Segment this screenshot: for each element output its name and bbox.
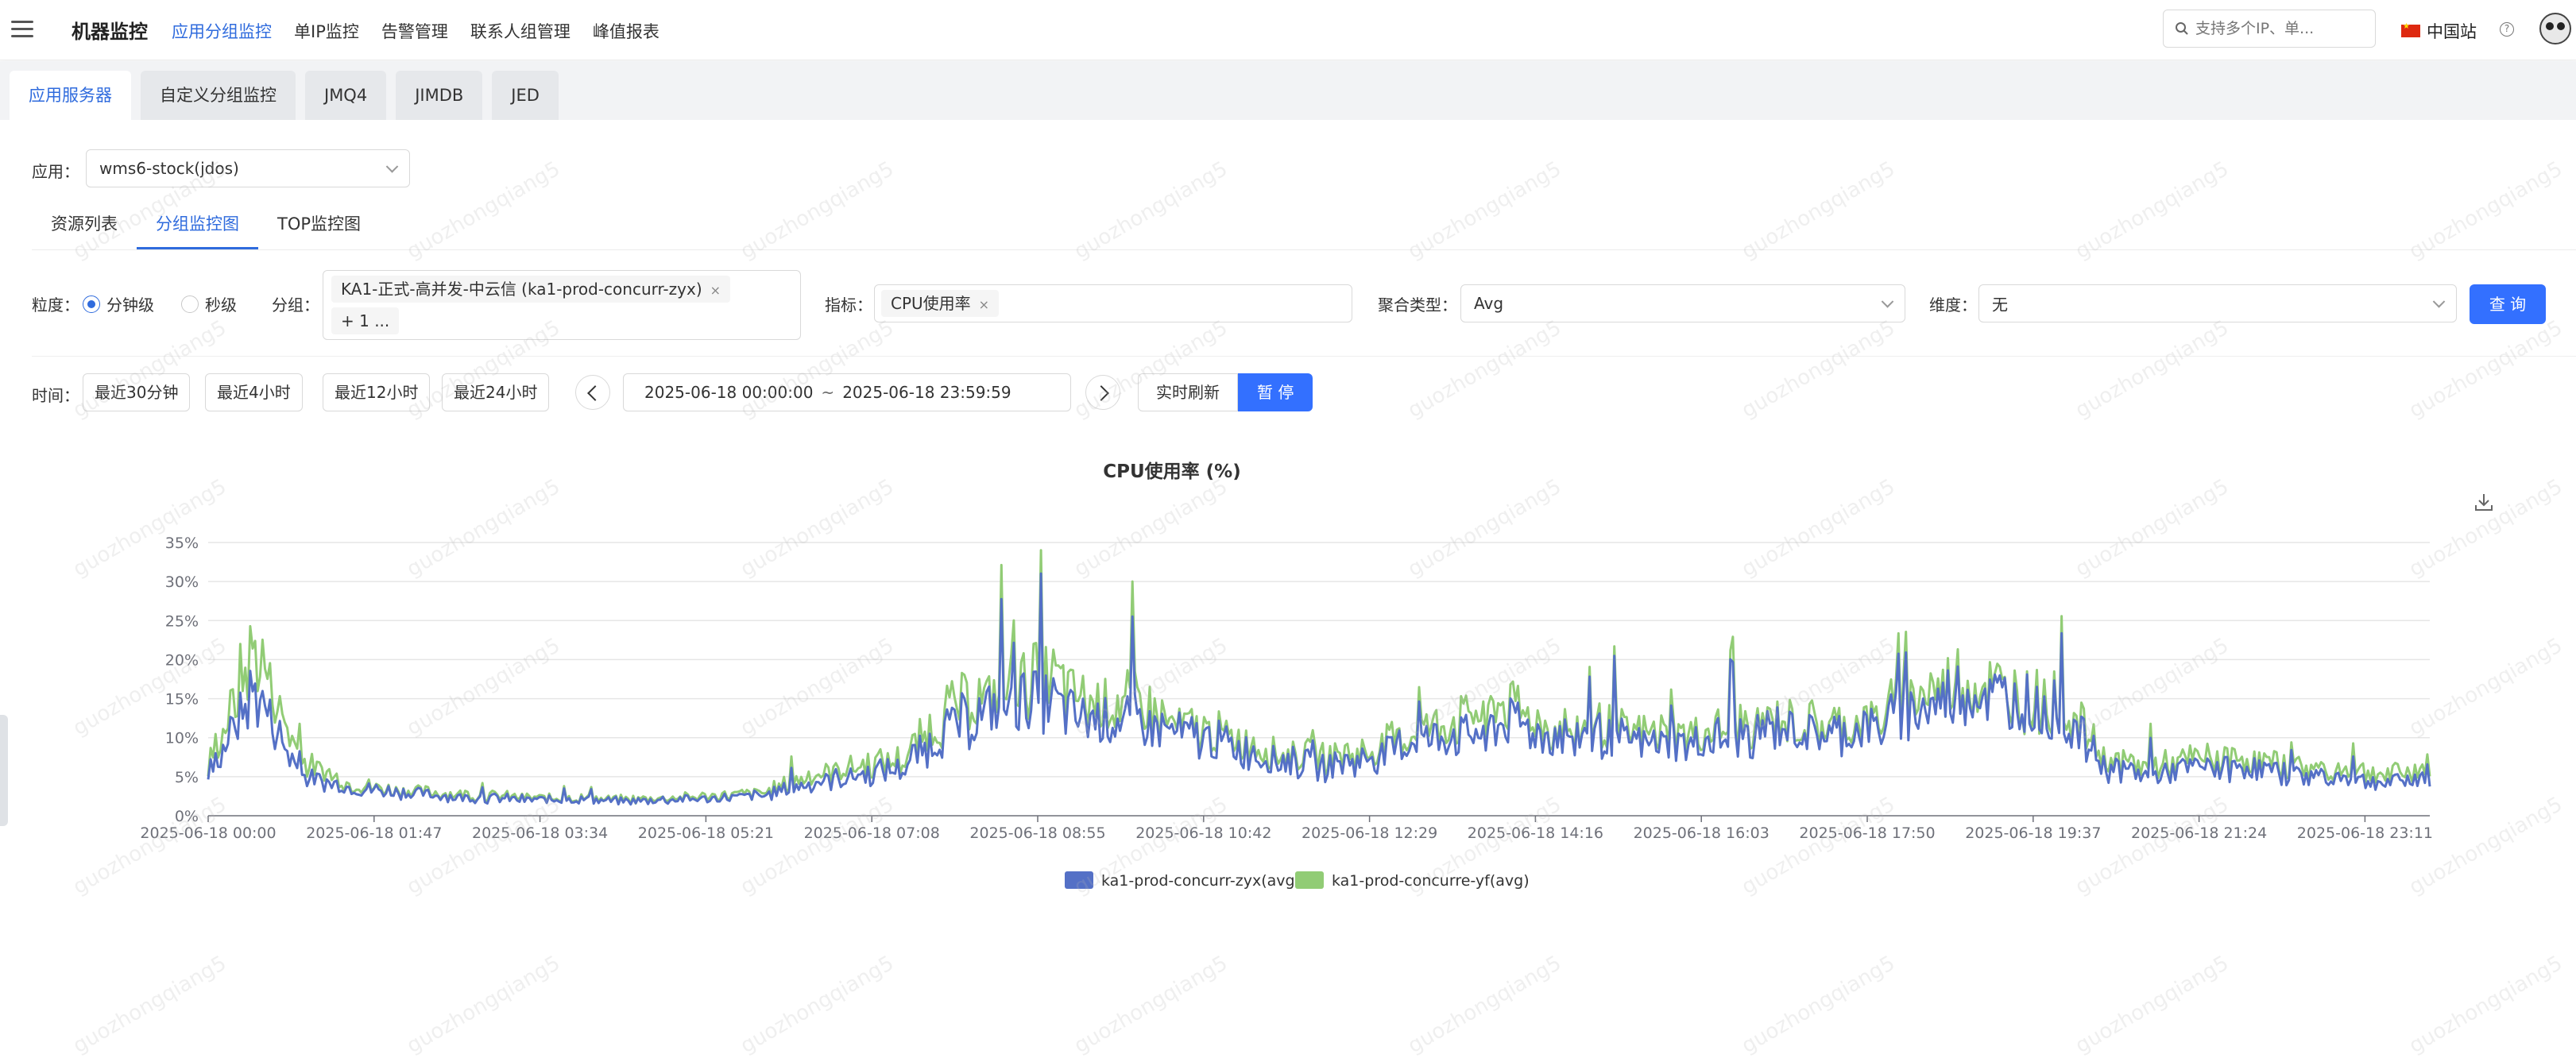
legend-swatch [1295,871,1324,889]
y-tick-label: 35% [165,535,199,552]
x-tick-label: 2025-06-18 10:42 [1135,824,1271,842]
series-line-1 [207,572,2431,806]
x-tick-label: 2025-06-18 07:08 [804,824,940,842]
y-tick-label: 0% [175,808,199,825]
y-tick-label: 10% [165,730,199,747]
x-tick-label: 2025-06-18 23:11 [2297,824,2433,842]
x-tick-label: 2025-06-18 17:50 [1799,824,1935,842]
x-tick-label: 2025-06-18 16:03 [1634,824,1770,842]
y-tick-label: 30% [165,573,199,591]
x-tick-label: 2025-06-18 05:21 [638,824,774,842]
x-tick-label: 2025-06-18 01:47 [306,824,442,842]
y-tick-label: 20% [165,651,199,669]
y-tick-label: 25% [165,612,199,630]
y-tick-label: 15% [165,691,199,709]
x-tick-label: 2025-06-18 08:55 [969,824,1105,842]
legend-swatch [1065,871,1093,889]
x-tick-label: 2025-06-18 03:34 [472,824,608,842]
x-tick-label: 2025-06-18 21:24 [2131,824,2267,842]
cpu-line-chart: 0% 5% 10% 15% 20% 25% 30% 35% 2025-06-18 00:00 20… [140,535,2433,890]
x-tick-label: 2025-06-18 19:37 [1965,824,2101,842]
x-tick-label: 2025-06-18 00:00 [140,824,276,842]
x-tick-label: 2025-06-18 14:16 [1468,824,1603,842]
y-tick-label: 5% [175,769,199,786]
legend-label: ka1-prod-concurre-yf(avg) [1332,872,1530,890]
x-tick-label: 2025-06-18 12:29 [1302,824,1437,842]
legend-label: ka1-prod-concurr-zyx(avg) [1101,872,1301,890]
